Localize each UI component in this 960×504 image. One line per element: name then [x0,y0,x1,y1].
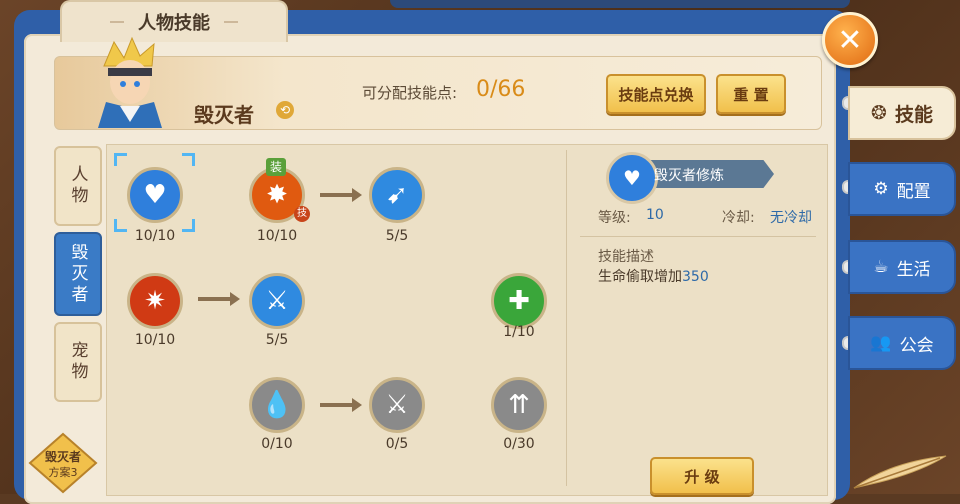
level-value: 10 [646,207,664,223]
skill-level: 10/10 [134,332,176,348]
plan-number: 方案3 [48,466,78,479]
title-decor-left [110,21,124,23]
tab-pet[interactable]: 宠物 [54,322,102,402]
plan-name: 毁灭者 [44,450,81,464]
quill-feather-icon [853,455,947,489]
skill-points-value: 0/66 [476,77,526,102]
skill-level: 0/30 [503,436,535,452]
greatsword-icon: ⚔ [369,377,425,433]
teacup-icon: ☕ [873,257,889,277]
skill-level: 5/5 [385,228,409,244]
desc-line: 生命偷取增加350 [598,266,709,286]
tab-config-label: 配置 [896,181,931,202]
skill-level: 1/10 [503,324,535,340]
heart-icon: ♥ [127,167,183,223]
skill-destroyer-training[interactable]: ♥ [124,164,186,226]
panel-divider [566,150,567,486]
skill-slash[interactable]: ➹ [366,164,428,226]
tab-life-label: 生活 [896,259,931,280]
tab-character[interactable]: 人物 [54,146,102,226]
arrows-up-icon: ⇈ [491,377,547,433]
tab-guild[interactable]: 👥 公会 [848,316,956,370]
tab-destroyer[interactable]: 毁灭者 [54,232,102,316]
drop-icon: 💧 [249,377,305,433]
title-decor-right [224,21,238,23]
desc-value: 350 [682,269,709,285]
skill-greatsword[interactable]: ⚔ [366,374,428,436]
tab-skills[interactable]: ❂ 技能 [848,86,956,140]
skill-type-badge: 技 [294,206,310,222]
skill-level: 10/10 [256,228,298,244]
skill-drop[interactable]: 💧 [246,374,308,436]
detail-divider [580,236,816,237]
skill-level: 10/10 [134,228,176,244]
slash-icon: ➹ [369,167,425,223]
desc-title: 技能描述 [598,249,654,265]
cooldown-label: 冷却: [722,210,755,226]
tab-life[interactable]: ☕ 生活 [848,240,956,294]
page-title: 人物技能 [138,13,210,34]
reset-button[interactable]: 重 置 [716,74,786,114]
tab-config[interactable]: ⚙ 配置 [848,162,956,216]
skill-level: 0/5 [385,436,409,452]
arrow-right-icon [320,398,362,412]
tab-skills-label: 技能 [894,103,933,126]
close-button[interactable]: ✕ [822,12,878,68]
skills-icon: ❂ [871,102,887,124]
hero-portrait-icon [98,36,162,128]
selection-corner-tr [182,153,195,166]
skill-heal[interactable]: ✚ [488,270,550,332]
skill-sword-stab[interactable]: ⚔ [246,270,308,332]
gear-icon: ⚙ [873,179,889,199]
upgrade-button[interactable]: 升 级 [650,457,754,495]
skill-tree-panel [106,144,828,496]
exchange-points-button[interactable]: 技能点兑换 [606,74,706,114]
fire-strike-icon: ✷ [127,273,183,329]
tab-guild-label: 公会 [899,335,934,356]
swap-class-icon[interactable]: ⟲ [276,101,294,119]
equipped-badge: 装 [266,158,286,176]
cooldown-value: 无冷却 [770,210,812,226]
skill-points-label: 可分配技能点: [362,84,458,102]
arrow-right-icon [198,292,240,306]
selection-corner-tl [114,153,127,166]
close-icon: ✕ [837,22,863,58]
sword-icon: ⚔ [249,273,305,329]
skill-fire-strike[interactable]: ✷ [124,270,186,332]
users-icon: 👥 [870,333,892,353]
detail-heart-icon: ♥ [606,152,658,204]
level-label: 等级: [598,210,631,226]
skill-boost[interactable]: ⇈ [488,374,550,436]
heal-heart-icon: ✚ [491,273,547,329]
desc-text: 生命偷取增加 [598,269,682,285]
skill-level: 5/5 [265,332,289,348]
arrow-right-icon [320,188,362,202]
detail-skill-name: 毁灭者修炼 [654,168,724,184]
skill-level: 0/10 [261,436,293,452]
hero-class-name: 毁灭者 [194,103,254,127]
top-decor-strip [390,0,850,8]
